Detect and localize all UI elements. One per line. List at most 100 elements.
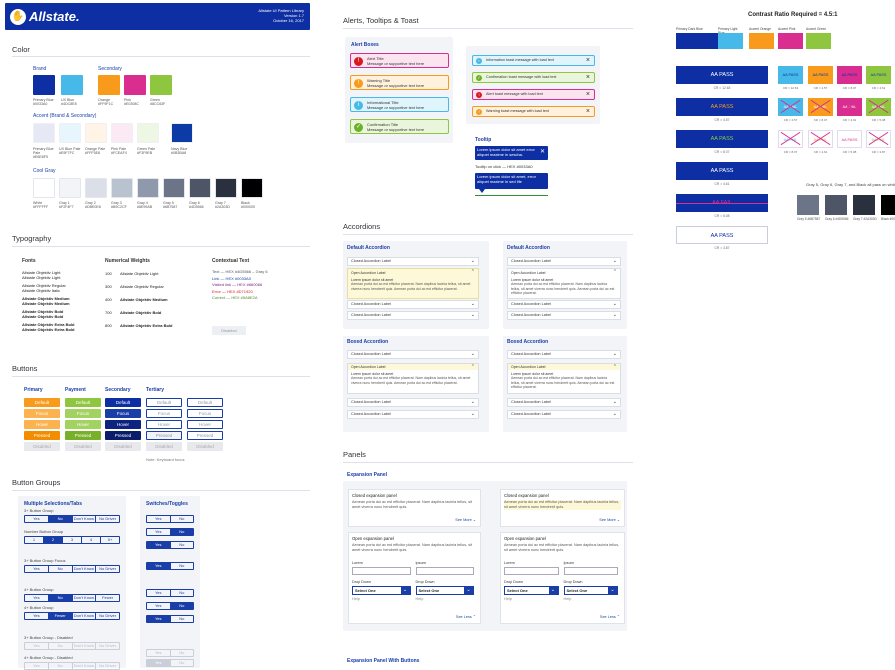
toggle-no[interactable]: No [171,650,194,656]
accordion-closed-row[interactable]: Closed Accordion Label ⌄ [507,410,621,419]
segment-option[interactable]: Fewer [48,613,73,619]
toggle-yes[interactable]: Yes [147,563,171,569]
expansion-panel-closed[interactable]: Closed expansion panel Aenean porta dui a… [348,489,481,527]
toggle-switch[interactable]: Yes No [146,528,194,536]
toggle-switch[interactable]: Yes No [146,615,194,623]
select-dropdown[interactable]: Select One ⌄ [504,586,559,595]
styled-button[interactable]: Default [187,398,223,407]
accordion-closed-row[interactable]: Closed Accordion Label ⌄ [347,257,479,266]
toggle-yes[interactable]: Yes [147,516,171,522]
accordion-closed-row[interactable]: Closed Accordion Label ⌄ [347,398,479,407]
styled-button[interactable]: Focus [187,409,223,418]
styled-button[interactable]: Hover [105,420,141,429]
segment-option[interactable]: 5+ [101,537,119,543]
close-icon[interactable]: ✕ [540,149,545,156]
styled-button[interactable]: Pressed [187,431,223,440]
accordion-open-panel[interactable]: Open Accordion Label Lorem ipsum dolor si… [347,363,479,394]
text-input[interactable] [415,567,474,575]
segment-option[interactable]: 4 [82,537,101,543]
styled-button[interactable]: Default [146,398,182,407]
accordion-closed-row[interactable]: Closed Accordion Label ⌄ [347,350,479,359]
see-more-link[interactable]: See More ⌄ [599,518,620,523]
segment-option[interactable]: 3 [63,537,82,543]
segment-option[interactable]: No [48,595,73,601]
toggle-switch[interactable]: Yes No [146,562,194,570]
tooltip-click[interactable]: Tooltip on click — HEX #0033A0 [475,164,548,170]
styled-button[interactable]: Default [105,398,141,407]
see-more-link[interactable]: See More ⌄ [455,518,476,523]
segment-option[interactable]: No [49,566,73,572]
segment-option[interactable]: Don't Know [73,566,97,572]
segment-option[interactable]: No Driver [96,516,119,522]
toggle-no[interactable]: No [171,660,194,666]
toggle-yes[interactable]: Yes [147,616,171,622]
segment-option[interactable]: Yes [25,566,49,572]
styled-button[interactable]: Focus [24,409,60,418]
accordion-closed-row[interactable]: Closed Accordion Label ⌄ [347,300,479,309]
toggle-yes[interactable]: Yes [147,590,171,596]
select-dropdown[interactable]: Select One ⌄ [415,586,474,595]
close-icon[interactable]: × [586,56,590,65]
close-icon[interactable]: × [586,90,590,99]
expansion-panel-open[interactable]: Open expansion panel Aenean porta dui ac … [500,532,625,624]
text-input[interactable] [563,567,618,575]
segment-option[interactable]: 1 [25,537,44,543]
styled-button[interactable]: Default [65,398,101,407]
segment-option[interactable]: Fewer [96,595,119,601]
segment-option[interactable]: 2 [44,537,63,543]
styled-button[interactable]: Pressed [65,431,101,440]
segment-option[interactable]: No Driver [96,613,119,619]
toggle-no[interactable]: No [171,516,194,522]
accordion-closed-row[interactable]: Closed Accordion Label ⌄ [507,300,621,309]
segment-option[interactable]: Don't Know [73,516,97,522]
styled-button[interactable]: Hover [146,420,182,429]
toggle-yes[interactable]: Yes [147,603,171,609]
segment-option[interactable]: Don't Know [73,595,97,601]
see-less-link[interactable]: See Less ⌃ [456,615,476,620]
select-dropdown[interactable]: Select One ⌄ [352,586,411,595]
segment-option[interactable]: No Driver [96,566,119,572]
accordion-closed-row[interactable]: Closed Accordion Label ⌄ [507,257,621,266]
accordion-open-panel[interactable]: Open Accordion Label Lorem ipsum dolor si… [507,363,621,394]
toggle-yes[interactable]: Yes [147,650,171,656]
segment-option[interactable]: Yes [25,516,49,522]
styled-button[interactable]: Hover [187,420,223,429]
text-input[interactable] [352,567,411,575]
toggle-yes[interactable]: Yes [147,529,171,535]
toggle-switch[interactable]: Yes No [146,589,194,597]
see-less-link[interactable]: See Less ⌃ [600,615,620,620]
text-input[interactable] [504,567,559,575]
accordion-closed-row[interactable]: Closed Accordion Label ⌄ [507,350,621,359]
segment-option[interactable]: Don't Know [73,613,97,619]
toggle-switch[interactable]: Yes No [146,515,194,523]
accordion-closed-row[interactable]: Closed Accordion Label ⌄ [507,398,621,407]
styled-button[interactable]: Default [24,398,60,407]
toggle-no[interactable]: No [170,529,193,535]
segment-option[interactable]: No [48,516,73,522]
toggle-yes[interactable]: Yes [147,660,171,666]
toggle-no[interactable]: No [171,616,194,622]
toggle-switch[interactable]: Yes No [146,541,194,549]
expansion-panel-closed[interactable]: Closed expansion panel Aenean porta dui a… [500,489,625,527]
select-dropdown[interactable]: Select One ⌄ [563,586,618,595]
accordion-closed-row[interactable]: Closed Accordion Label ⌄ [347,311,479,320]
styled-button[interactable]: Pressed [105,431,141,440]
accordion-closed-row[interactable]: Closed Accordion Label ⌄ [347,410,479,419]
styled-button[interactable]: Focus [146,409,182,418]
accordion-open-panel[interactable]: Open Accordion Label Lorem ipsum dolor si… [347,268,479,299]
expansion-panel-open[interactable]: Open expansion panel Aenean porta dui ac … [348,532,481,624]
accordion-open-panel[interactable]: Open Accordion Label Lorem ipsum dolor si… [507,268,621,299]
segment-option[interactable]: Yes [25,613,49,619]
toggle-yes[interactable]: Yes [147,542,171,548]
accordion-closed-row[interactable]: Closed Accordion Label ⌄ [507,311,621,320]
styled-button[interactable]: Pressed [24,431,60,440]
styled-button[interactable]: Focus [105,409,141,418]
toggle-no[interactable]: No [171,563,194,569]
toggle-no[interactable]: No [171,542,194,548]
styled-button[interactable]: Hover [65,420,101,429]
styled-button[interactable]: Hover [24,420,60,429]
segment-option[interactable]: Yes [25,595,49,601]
styled-button[interactable]: Pressed [146,431,182,440]
toggle-no[interactable]: No [171,590,194,596]
toggle-switch[interactable]: Yes No [146,602,194,610]
